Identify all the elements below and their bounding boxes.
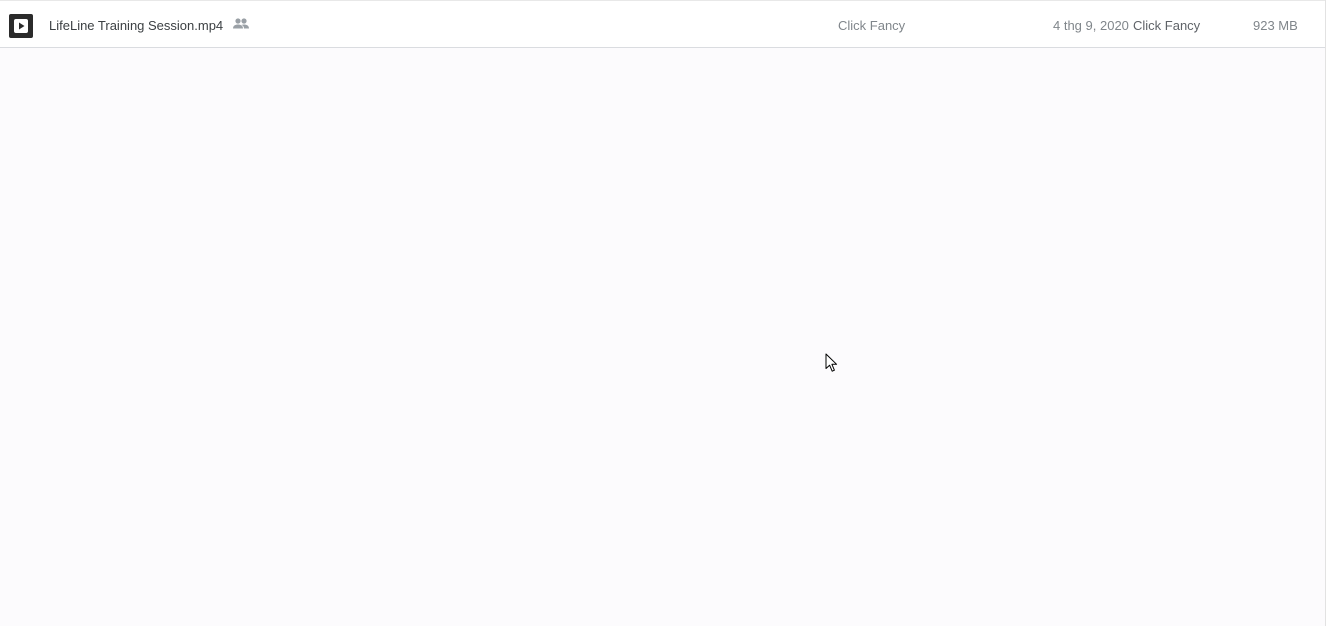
last-modified-date: 4 thg 9, 2020 <box>1053 18 1129 33</box>
mouse-cursor-icon <box>825 353 838 373</box>
drive-file-list-view: LifeLine Training Session.mp4 Click Fanc… <box>0 0 1326 626</box>
owner-name: Click Fancy <box>838 18 906 33</box>
file-row[interactable]: LifeLine Training Session.mp4 Click Fanc… <box>0 0 1325 48</box>
file-name[interactable]: LifeLine Training Session.mp4 <box>49 18 223 33</box>
file-size: 923 MB <box>1253 18 1298 33</box>
last-modified-by: Click Fancy <box>1133 18 1201 33</box>
video-play-icon <box>9 14 33 38</box>
people-icon <box>232 17 250 31</box>
